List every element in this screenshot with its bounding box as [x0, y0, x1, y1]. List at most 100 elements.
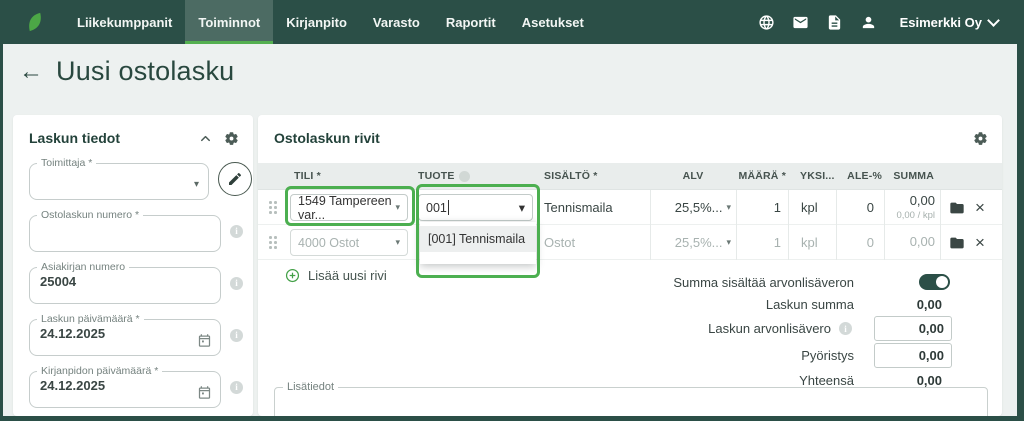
product-dropdown-option[interactable]: [001] Tennismaila [420, 226, 536, 252]
nav-item-raportit[interactable]: Raportit [433, 0, 509, 44]
invoice-vat-input[interactable]: 0,00 [874, 316, 952, 341]
attachment-folder-icon[interactable] [949, 235, 965, 251]
col-header-tuote: TUOTE [414, 170, 538, 182]
info-icon[interactable]: i [230, 225, 243, 238]
info-icon[interactable]: i [230, 381, 243, 394]
content-cell[interactable]: Ostot [538, 225, 650, 260]
rounding-row: Pyöristys 0,00 [522, 342, 952, 369]
field-row-kirjanpidon-paivamaara: Kirjanpidon päivämäärä * 24.12.2025 i [29, 366, 253, 408]
app-logo[interactable] [0, 0, 64, 44]
user-icon[interactable] [860, 13, 878, 31]
sum-value: 0,00 [910, 193, 935, 209]
nav-item-asetukset[interactable]: Asetukset [509, 0, 597, 44]
document-number-value: 25004 [30, 273, 220, 289]
text-cursor [448, 200, 449, 215]
col-header-tili: TILI * [288, 170, 414, 182]
account-select-value: 4000 Ostot [298, 236, 359, 250]
mail-icon[interactable] [792, 13, 810, 31]
document-icon[interactable] [826, 13, 844, 31]
info-icon[interactable]: i [230, 329, 243, 342]
edit-supplier-button[interactable] [218, 162, 252, 196]
rounding-input[interactable]: 0,00 [874, 343, 952, 368]
calendar-icon[interactable] [197, 385, 212, 400]
document-number-input[interactable]: Asiakirjan numero 25004 [29, 262, 221, 304]
discount-cell[interactable]: 0 [836, 190, 884, 225]
company-menu[interactable]: Esimerkki Oy [900, 15, 998, 30]
notes-textarea[interactable]: Lisätiedot [274, 381, 988, 416]
nav-item-varasto[interactable]: Varasto [360, 0, 433, 44]
caret-down-icon: ▾ [519, 200, 525, 215]
sum-value: 0,00 [910, 234, 935, 250]
field-row-ostolaskun-numero: Ostolaskun numero * i [29, 210, 253, 252]
invoice-vat-row: Laskun arvonlisävero i 0,00 [522, 315, 952, 342]
col-header-ale: ALE-% [836, 170, 884, 182]
invoice-date-value: 24.12.2025 [30, 325, 220, 341]
nav-item-kirjanpito[interactable]: Kirjanpito [273, 0, 360, 44]
invoice-date-label: Laskun päivämäärä * [37, 314, 144, 325]
col-header-tuote-label: TUOTE [418, 170, 455, 182]
rounding-label: Pyöristys [801, 348, 854, 363]
drag-handle[interactable] [258, 225, 288, 260]
caret-down-icon: ▾ [395, 202, 400, 213]
delete-row-icon[interactable]: × [975, 234, 985, 251]
accounting-date-value: 24.12.2025 [30, 377, 220, 393]
caret-down-icon: ▾ [395, 237, 400, 248]
product-dropdown: [001] Tennismaila [420, 222, 536, 264]
sum-cell[interactable]: 0,00 [884, 225, 940, 260]
field-row-toimittaja: Toimittaja * ▾ [29, 158, 253, 200]
vat-select-value: 25,5%... [675, 235, 723, 250]
info-icon[interactable]: i [230, 277, 243, 290]
totals-section: Summa sisältää arvonlisäveron Laskun sum… [522, 271, 952, 391]
delete-row-icon[interactable]: × [975, 199, 985, 216]
unit-cell[interactable]: kpl [788, 190, 836, 225]
invoice-details-panel: Laskun tiedot Toimittaja * ▾ Ostolaskun … [13, 115, 253, 416]
panel-settings-gear-icon[interactable] [223, 130, 239, 146]
nav-item-liikekumppanit[interactable]: Liikekumppanit [64, 0, 185, 44]
vat-included-toggle[interactable] [919, 274, 950, 290]
vat-select[interactable]: 25,5%... ▾ [650, 190, 736, 225]
invoice-sum-row: Laskun summa 0,00 [522, 293, 952, 315]
caret-down-icon: ▾ [194, 179, 199, 190]
chevron-down-icon [987, 14, 1000, 27]
col-header-maara: MÄÄRÄ * [736, 170, 788, 182]
invoice-sum-label: Laskun summa [766, 297, 854, 312]
invoice-date-input[interactable]: Laskun päivämäärä * 24.12.2025 [29, 314, 221, 356]
field-row-laskun-paivamaara: Laskun päivämäärä * 24.12.2025 i [29, 314, 253, 356]
add-row-button[interactable]: Lisää uusi rivi [285, 268, 387, 283]
quantity-cell[interactable]: 1 [736, 225, 788, 260]
purchase-invoice-number-label: Ostolaskun numero * [37, 210, 143, 221]
info-icon[interactable]: i [839, 322, 852, 335]
drag-handle[interactable] [258, 190, 288, 225]
attachment-folder-icon[interactable] [949, 200, 965, 216]
info-icon[interactable] [459, 171, 470, 182]
account-select-value: 1549 Tampereen var... [298, 194, 395, 222]
nav-item-toiminnot[interactable]: Toiminnot [185, 0, 273, 44]
collapse-chevron-up-icon[interactable] [197, 130, 213, 146]
quantity-cell[interactable]: 1 [736, 190, 788, 225]
vat-included-label: Summa sisältää arvonlisäveron [673, 275, 854, 290]
leaf-logo-icon [24, 10, 46, 34]
caret-down-icon: ▾ [726, 202, 731, 213]
supplier-label: Toimittaja * [37, 158, 96, 169]
calendar-icon[interactable] [197, 333, 212, 348]
product-input-value: 001 [426, 201, 447, 215]
invoice-sum-value: 0,00 [917, 297, 952, 312]
page-title: Uusi ostolasku [56, 56, 234, 87]
purchase-invoice-number-input[interactable]: Ostolaskun numero * [29, 210, 221, 252]
table-header: TILI * TUOTE SISÄLTÖ * ALV MÄÄRÄ * YKSI.… [258, 163, 1002, 190]
product-input[interactable]: 001 ▾ [418, 194, 533, 221]
accounting-date-label: Kirjanpidon päivämäärä * [37, 366, 162, 377]
unit-cell[interactable]: kpl [788, 225, 836, 260]
back-arrow-icon[interactable]: ← [19, 60, 43, 84]
accounting-date-input[interactable]: Kirjanpidon päivämäärä * 24.12.2025 [29, 366, 221, 408]
account-select[interactable]: 1549 Tampereen var... ▾ [290, 194, 408, 221]
rows-settings-gear-icon[interactable] [972, 130, 988, 146]
sum-cell[interactable]: 0,00 0,00 / kpl [884, 190, 940, 225]
vat-select[interactable]: 25,5%... ▾ [650, 225, 736, 260]
supplier-select[interactable]: Toimittaja * ▾ [29, 158, 209, 200]
account-select[interactable]: 4000 Ostot ▾ [290, 229, 408, 256]
language-globe-icon[interactable] [758, 13, 776, 31]
app-window: Liikekumppanit Toiminnot Kirjanpito Vara… [0, 0, 1024, 421]
discount-cell[interactable]: 0 [836, 225, 884, 260]
content-cell[interactable]: Tennismaila [538, 190, 650, 225]
